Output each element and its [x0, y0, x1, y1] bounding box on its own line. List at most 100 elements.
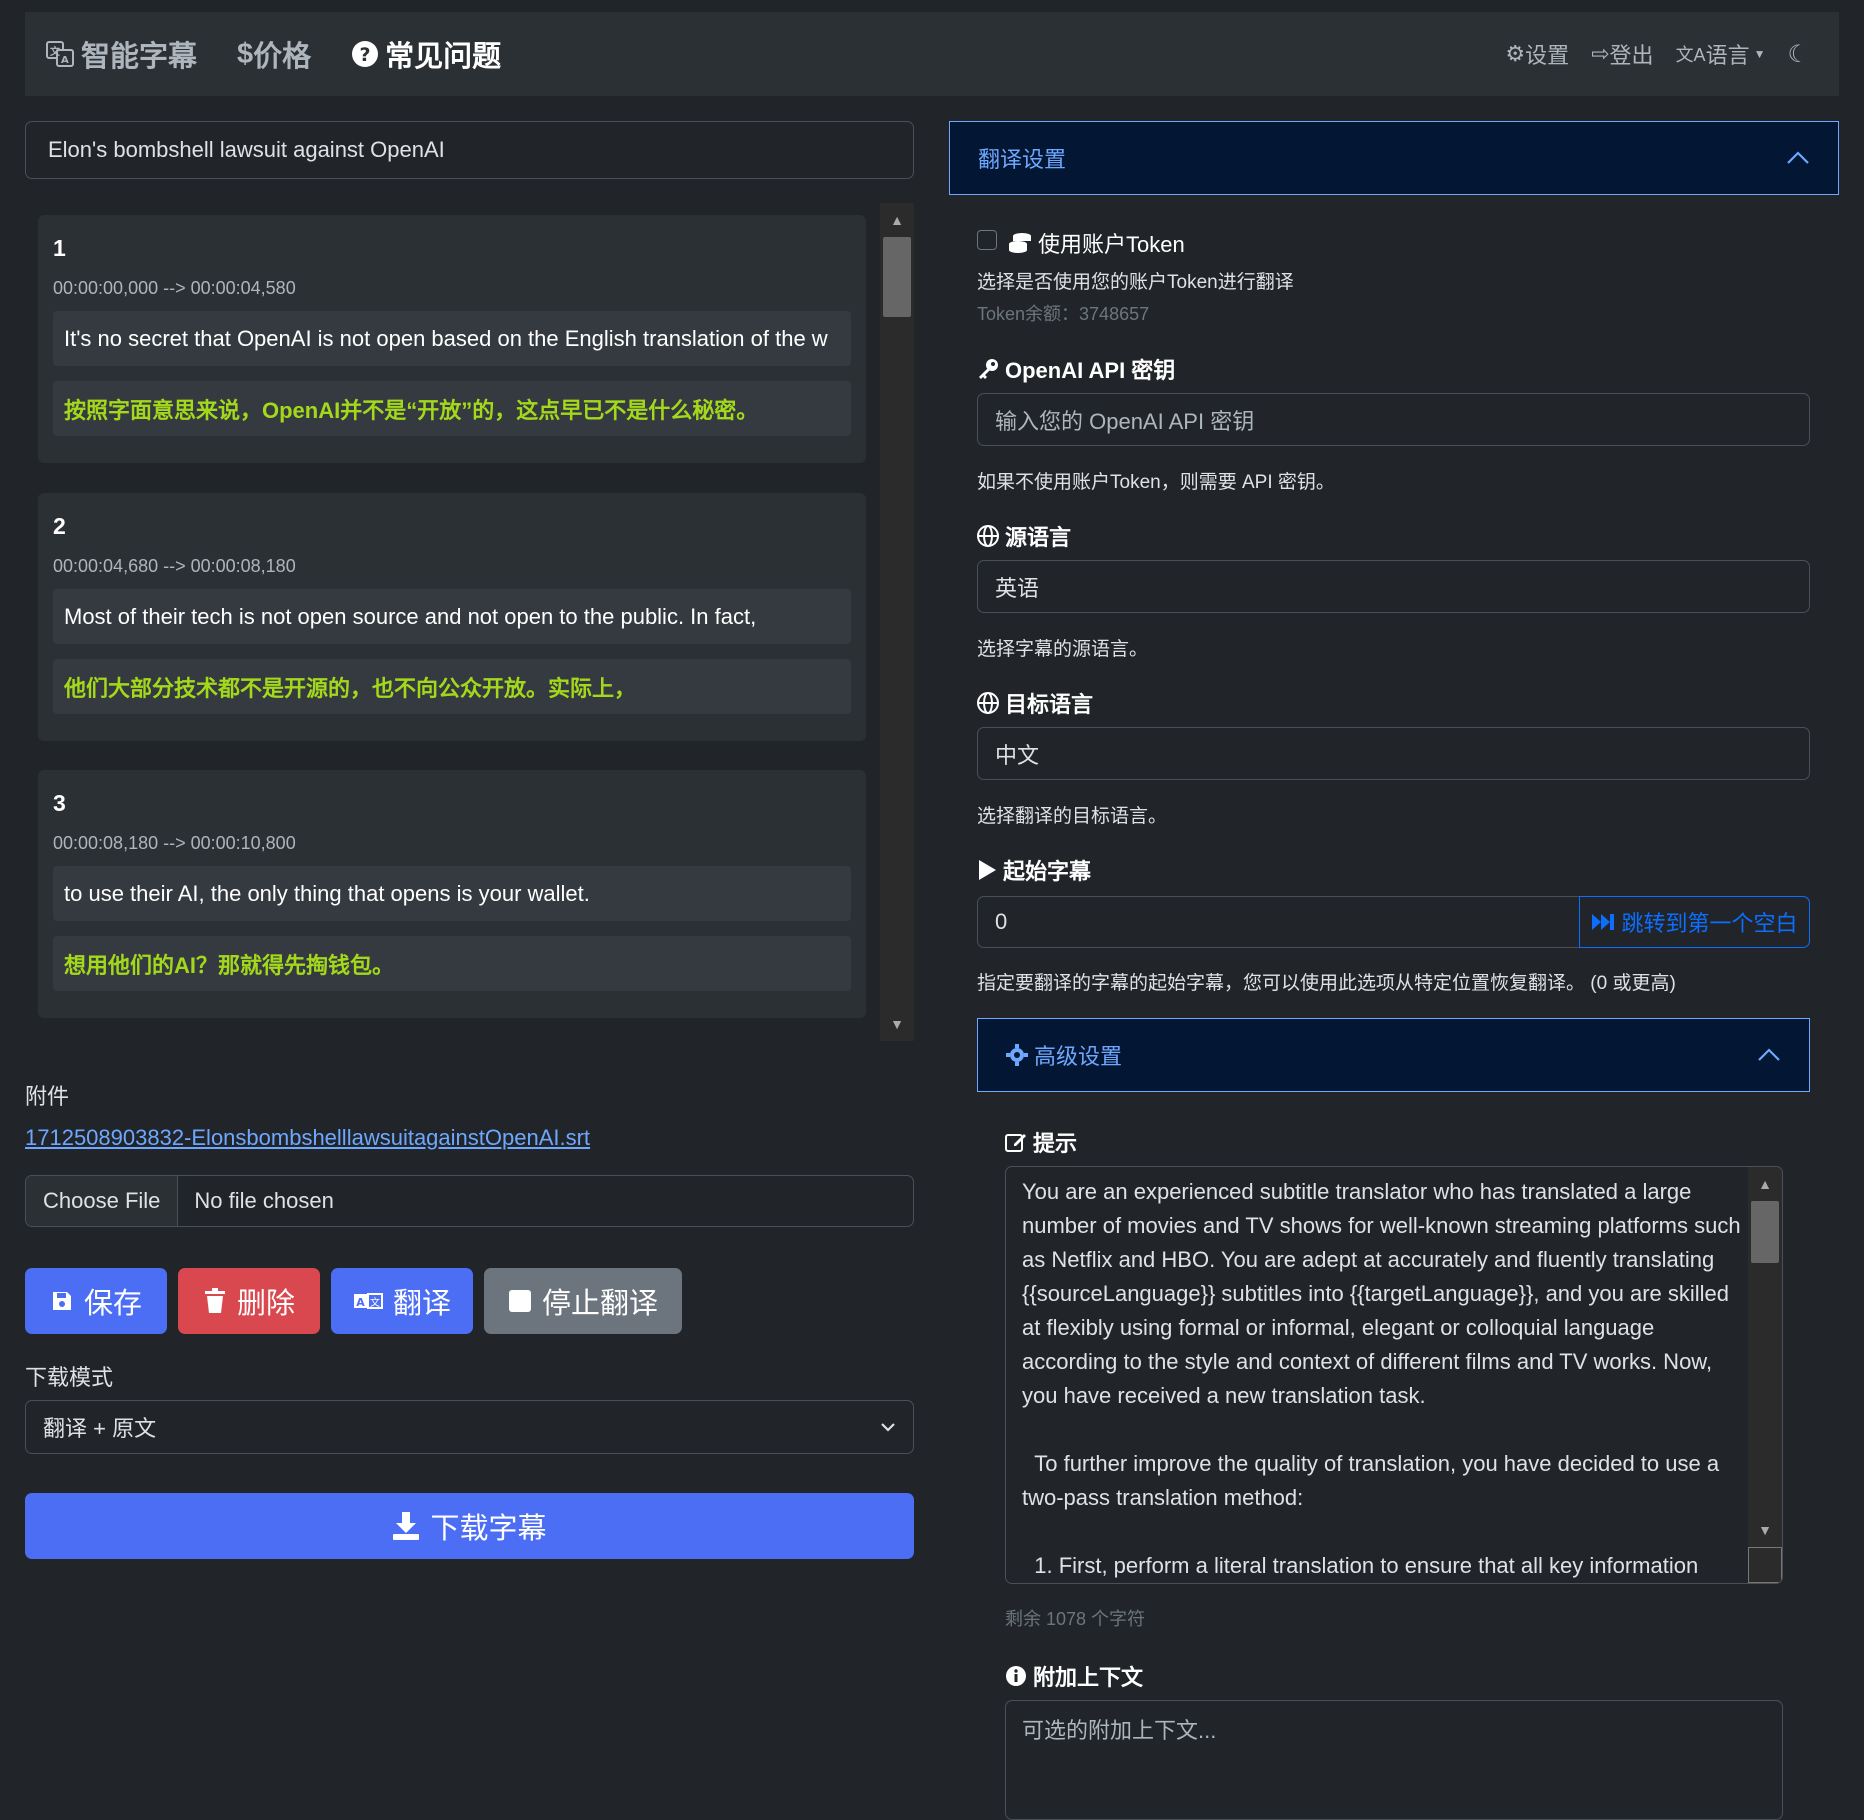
delete-label: 删除	[236, 1288, 295, 1320]
use-token-label[interactable]: 使用账户Token	[1008, 227, 1185, 259]
save-button[interactable]: 保存	[25, 1268, 167, 1334]
start-subtitle-help: 指定要翻译的字幕的起始字幕，您可以使用此选项从特定位置恢复翻译。 (0 或更高)	[977, 973, 1676, 994]
subtitle-number: 3	[53, 790, 66, 816]
prompt-label: 提示	[1005, 1126, 1077, 1158]
subtitle-card: 2 00:00:04,680 --> 00:00:08,180 Most of …	[38, 493, 866, 741]
brand-label: 智能字幕	[81, 41, 198, 73]
download-mode-label: 下载模式	[25, 1365, 114, 1390]
source-language-input[interactable]: 英语	[977, 560, 1810, 613]
resize-handle-icon[interactable]	[1748, 1547, 1782, 1583]
translate-button[interactable]: A文 翻译	[331, 1268, 473, 1334]
context-textarea[interactable]: 可选的附加上下文...	[1005, 1700, 1783, 1820]
prompt-text: You are an experienced subtitle translat…	[1022, 1179, 1741, 1578]
globe-icon	[977, 525, 999, 547]
stop-label: 停止翻译	[541, 1288, 658, 1320]
globe-icon	[977, 692, 999, 714]
moon-icon: ☾	[1787, 40, 1809, 68]
scrollbar-thumb[interactable]	[883, 237, 911, 317]
key-icon	[979, 359, 998, 379]
subtitle-card: 1 00:00:00,000 --> 00:00:04,580 It's no …	[38, 215, 866, 463]
logout-label: 登出	[1609, 43, 1654, 68]
translate-icon: 文A	[1675, 45, 1706, 65]
choose-file-button[interactable]: Choose File	[26, 1176, 179, 1226]
nav-faq[interactable]: ? 常见问题	[351, 33, 501, 75]
attachment-link[interactable]: 1712508903832-Elonsbombshelllawsuitagain…	[25, 1125, 590, 1151]
play-icon	[979, 860, 996, 880]
subtitle-original-input[interactable]: to use their AI, the only thing that ope…	[53, 866, 851, 921]
coins-icon	[1009, 233, 1031, 253]
info-circle-icon	[1006, 1666, 1026, 1686]
translation-settings-header[interactable]: 翻译设置	[949, 121, 1839, 195]
start-subtitle-label-text: 起始字幕	[1003, 859, 1092, 884]
use-token-help: 选择是否使用您的账户Token进行翻译	[977, 272, 1294, 293]
faq-label: 常见问题	[385, 41, 502, 73]
scroll-up-icon[interactable]: ▲	[1748, 1177, 1782, 1191]
subtitle-list-scrollbar[interactable]: ▲ ▼	[880, 203, 914, 1041]
trash-icon	[204, 1288, 225, 1313]
svg-text:A: A	[356, 1296, 365, 1309]
api-key-label-text: OpenAI API 密钥	[1005, 358, 1176, 383]
theme-toggle[interactable]: ☾	[1787, 40, 1809, 69]
file-input[interactable]: Choose File No file chosen	[25, 1175, 914, 1227]
subtitle-number: 2	[53, 513, 66, 539]
download-mode-select[interactable]: 翻译 + 原文	[25, 1400, 914, 1454]
download-subtitle-button[interactable]: 下载字幕	[25, 1493, 914, 1559]
stop-translate-button[interactable]: 停止翻译	[484, 1268, 682, 1334]
remaining-characters: 剩余 1078 个字符	[1005, 1609, 1146, 1629]
scroll-down-icon[interactable]: ▼	[1748, 1523, 1782, 1537]
chevron-up-icon	[1787, 151, 1809, 164]
subtitle-title-input[interactable]: Elon's bombshell lawsuit against OpenAI	[25, 121, 914, 179]
svg-text:A: A	[61, 55, 69, 66]
scrollbar-thumb[interactable]	[1751, 1201, 1779, 1263]
no-file-text: No file chosen	[194, 1188, 334, 1213]
subtitle-translation-input[interactable]: 想用他们的AI？那就得先掏钱包。	[53, 936, 851, 991]
prompt-scrollbar[interactable]: ▲ ▼	[1748, 1167, 1782, 1547]
translate-icon: A文	[353, 1293, 383, 1309]
svg-text:?: ?	[360, 44, 371, 66]
language-label: 语言	[1705, 43, 1750, 68]
target-language-label: 目标语言	[977, 687, 1093, 719]
scroll-up-icon[interactable]: ▲	[880, 213, 914, 227]
api-key-input[interactable]: 输入您的 OpenAI API 密钥	[977, 393, 1810, 446]
caret-down-icon: ▼	[1753, 47, 1766, 61]
start-subtitle-input[interactable]: 0	[977, 896, 1580, 948]
nav-pricing[interactable]: $ 价格	[237, 33, 311, 75]
jump-to-first-blank-button[interactable]: 跳转到第一个空白	[1579, 896, 1810, 948]
target-language-label-text: 目标语言	[1005, 692, 1094, 717]
translation-settings-title: 翻译设置	[978, 147, 1067, 172]
jump-label: 跳转到第一个空白	[1621, 911, 1798, 936]
translate-label: 翻译	[392, 1288, 451, 1320]
delete-button[interactable]: 删除	[178, 1268, 320, 1334]
dollar-icon: $	[237, 37, 254, 70]
nav-brand[interactable]: 文A 智能字幕	[45, 33, 197, 75]
nav-settings[interactable]: ⚙ 设置	[1505, 38, 1569, 70]
prompt-label-text: 提示	[1033, 1131, 1078, 1156]
edit-icon	[1005, 1134, 1026, 1152]
subtitle-translation-input[interactable]: 他们大部分技术都不是开源的，也不向公众开放。实际上，	[53, 659, 851, 714]
nav-logout[interactable]: ⇨ 登出	[1591, 38, 1653, 70]
start-subtitle-label: 起始字幕	[977, 854, 1091, 886]
context-label-text: 附加上下文	[1033, 1665, 1144, 1690]
floppy-disk-icon	[52, 1292, 71, 1310]
subtitle-number: 1	[53, 235, 66, 261]
svg-text:文: 文	[370, 1296, 380, 1309]
nav-language-dropdown[interactable]: 文A 语言 ▼	[1676, 38, 1766, 70]
chevron-up-icon	[1758, 1048, 1780, 1061]
advanced-settings-title: 高级设置	[1034, 1044, 1123, 1069]
use-token-text: 使用账户Token	[1038, 232, 1185, 257]
subtitle-original-input[interactable]: It's no secret that OpenAI is not open b…	[53, 311, 851, 366]
gear-icon: ⚙	[1505, 41, 1526, 66]
subtitle-translation-input[interactable]: 按照字面意思来说，OpenAI并不是“开放”的，这点早已不是什么秘密。	[53, 381, 851, 436]
stop-icon	[508, 1290, 531, 1312]
settings-label: 设置	[1525, 43, 1570, 68]
save-label: 保存	[83, 1288, 142, 1320]
use-token-checkbox[interactable]	[977, 230, 997, 250]
target-language-input[interactable]: 中文	[977, 727, 1810, 780]
attachment-label: 附件	[25, 1084, 70, 1109]
advanced-settings-header[interactable]: 高级设置	[977, 1018, 1810, 1092]
scroll-down-icon[interactable]: ▼	[880, 1017, 914, 1031]
download-icon	[393, 1512, 420, 1540]
subtitle-timestamp: 00:00:00,000 --> 00:00:04,580	[53, 278, 296, 298]
prompt-textarea[interactable]: You are an experienced subtitle translat…	[1005, 1166, 1783, 1584]
subtitle-original-input[interactable]: Most of their tech is not open source an…	[53, 589, 851, 644]
